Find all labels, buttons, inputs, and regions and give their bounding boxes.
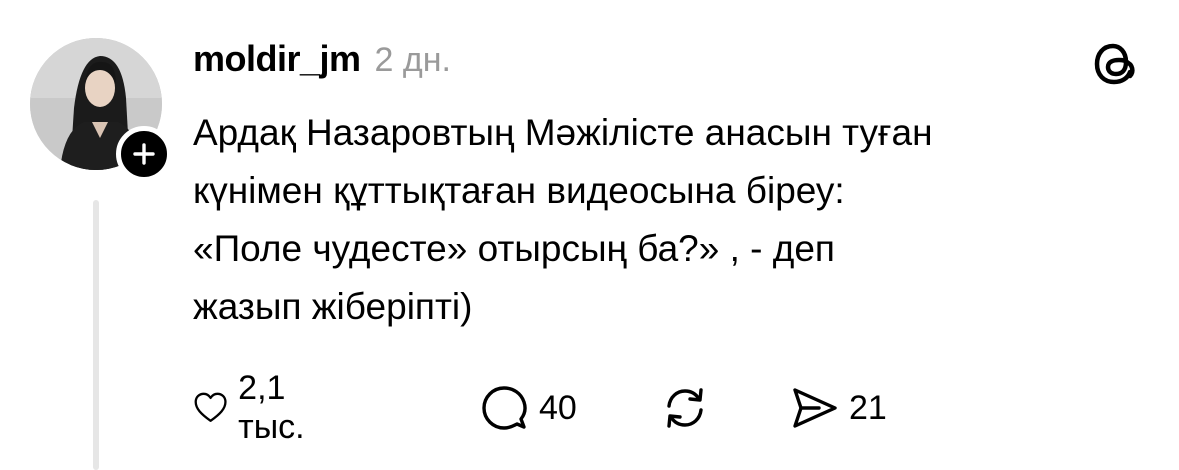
- like-button[interactable]: 2,1 тыс.: [193, 369, 321, 446]
- username[interactable]: moldir_jm: [193, 38, 361, 80]
- follow-button[interactable]: [116, 126, 172, 182]
- timestamp: 2 дн.: [374, 41, 451, 79]
- share-button[interactable]: 21: [789, 380, 887, 436]
- plus-icon: [133, 143, 155, 165]
- reply-count: 40: [539, 388, 577, 427]
- repost-button[interactable]: [661, 380, 719, 436]
- post-header: moldir_jm 2 дн.: [193, 38, 451, 84]
- heart-icon: [194, 392, 227, 422]
- post-text-line: Ардақ Назаровтың Мәжілісте анасын туған: [193, 112, 933, 153]
- post-text: Ардақ Назаровтың Мәжілісте анасын туған …: [193, 104, 1133, 336]
- repost-icon: [667, 388, 703, 428]
- share-count: 21: [849, 388, 887, 427]
- threads-logo-icon[interactable]: [1093, 40, 1137, 88]
- send-icon: [793, 388, 837, 428]
- post-text-line: жазып жіберіпті): [193, 286, 473, 327]
- post-text-line: «Поле чудесте» отырсың ба?» , - деп: [193, 228, 835, 269]
- like-count: 2,1 тыс.: [238, 369, 305, 446]
- post-text-line: күнімен құттықтаған видеосына біреу:: [193, 170, 845, 211]
- reply-button[interactable]: 40: [479, 380, 577, 436]
- comment-icon: [482, 386, 527, 430]
- thread-line: [93, 200, 99, 470]
